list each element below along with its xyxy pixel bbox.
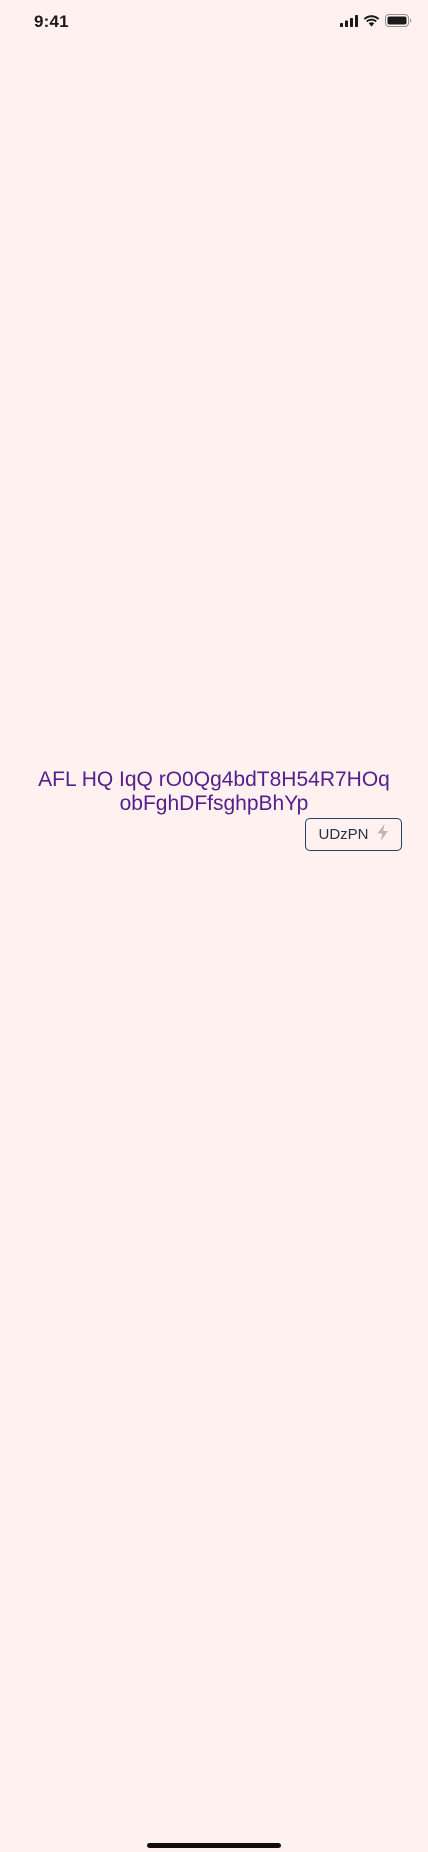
button-label: UDzPN xyxy=(318,826,369,843)
headline-text: AFL HQ IqQ rO0Qg4bdT8H54R7HOq obFghDFfsg… xyxy=(38,768,390,815)
status-icons xyxy=(340,14,412,32)
battery-icon xyxy=(385,14,412,32)
cellular-signal-icon xyxy=(340,14,358,32)
status-time: 9:41 xyxy=(34,12,69,31)
app-screen: 9:41 AFL HQ IqQ rO0Qg4bdT8H54R7HOq obFgh… xyxy=(0,0,428,1852)
lightning-bolt-icon xyxy=(377,823,389,846)
status-bar: 9:41 xyxy=(0,0,428,44)
home-indicator[interactable] xyxy=(147,1843,281,1848)
main-content: AFL HQ IqQ rO0Qg4bdT8H54R7HOq obFghDFfsg… xyxy=(0,768,428,851)
wifi-icon xyxy=(363,14,380,32)
udzpn-button[interactable]: UDzPN xyxy=(305,818,402,851)
